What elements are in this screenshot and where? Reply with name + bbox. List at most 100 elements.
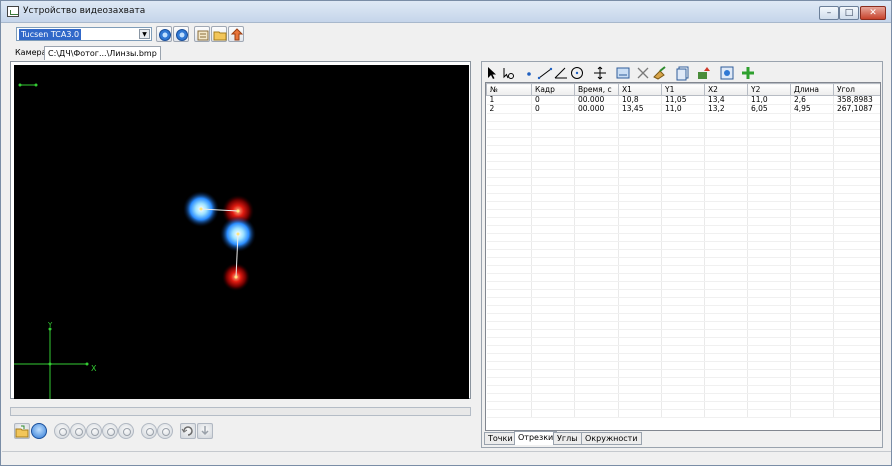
minimize-button[interactable]: – — [819, 6, 839, 20]
empty-cell — [833, 113, 880, 122]
tab-circles[interactable]: Окружности — [581, 432, 642, 445]
image-tool[interactable] — [615, 65, 631, 81]
empty-cell — [747, 297, 791, 306]
connect-button[interactable] — [156, 26, 172, 42]
tab-file[interactable]: С:\ДЧ\Фотог...\Линзы.bmp — [44, 46, 161, 60]
empty-cell — [531, 337, 575, 346]
select-points-tool[interactable] — [500, 65, 516, 81]
empty-cell — [531, 177, 575, 186]
empty-cell — [833, 313, 880, 322]
empty-cell — [661, 233, 705, 242]
close-button[interactable]: ✕ — [860, 6, 886, 20]
copy-tool[interactable] — [675, 65, 691, 81]
delete-tool[interactable] — [635, 65, 651, 81]
empty-cell — [790, 385, 834, 394]
empty-row — [486, 401, 880, 410]
angle-tool[interactable] — [553, 65, 569, 81]
column-header[interactable]: Y1 — [661, 83, 705, 96]
empty-cell — [618, 225, 662, 234]
empty-cell — [704, 313, 748, 322]
chevron-down-icon[interactable]: ▼ — [139, 29, 150, 39]
camera-select[interactable]: Tucsen TCA3.0 ▼ — [16, 27, 152, 41]
video-view[interactable]: X Y — [14, 65, 469, 399]
properties-button[interactable] — [194, 26, 210, 42]
undo-button[interactable] — [180, 423, 196, 439]
empty-cell — [790, 249, 834, 258]
move-tool[interactable] — [592, 65, 608, 81]
tab-angles[interactable]: Углы — [553, 432, 582, 445]
empty-cell — [790, 225, 834, 234]
play-button[interactable] — [86, 423, 102, 439]
empty-cell — [486, 121, 532, 130]
empty-cell — [574, 273, 619, 282]
empty-cell — [574, 345, 619, 354]
empty-cell — [486, 409, 532, 418]
empty-row — [486, 321, 880, 330]
tab-points[interactable]: Точки — [484, 432, 517, 445]
calibrate-tool[interactable] — [719, 65, 735, 81]
title-bar[interactable]: Устройство видеозахвата – □ ✕ — [1, 1, 891, 23]
timeline-slider[interactable] — [10, 407, 471, 416]
record-button[interactable] — [31, 423, 47, 439]
empty-cell — [618, 129, 662, 138]
empty-cell — [661, 137, 705, 146]
column-header[interactable]: Кадр — [531, 83, 575, 96]
last-frame-button[interactable] — [118, 423, 134, 439]
coordinate-axes[interactable]: X Y — [14, 321, 97, 399]
circle-tool[interactable] — [569, 65, 585, 81]
settings-button[interactable] — [173, 26, 189, 42]
empty-cell — [704, 401, 748, 410]
pointer-tool[interactable] — [484, 65, 500, 81]
first-frame-button[interactable] — [54, 423, 70, 439]
column-header[interactable]: Угол — [833, 83, 880, 96]
zoom-in-button[interactable] — [141, 423, 157, 439]
empty-cell — [661, 265, 705, 274]
empty-cell — [486, 209, 532, 218]
next-frame-button[interactable] — [102, 423, 118, 439]
empty-cell — [747, 369, 791, 378]
empty-cell — [574, 265, 619, 274]
column-header[interactable]: Длина — [790, 83, 834, 96]
snapshot-button[interactable] — [228, 26, 244, 42]
empty-cell — [704, 289, 748, 298]
table-cell: 13,45 — [618, 104, 662, 114]
column-header[interactable]: X1 — [618, 83, 662, 96]
point-tool[interactable] — [521, 65, 537, 81]
column-header[interactable]: X2 — [704, 83, 748, 96]
empty-cell — [618, 273, 662, 282]
empty-cell — [704, 377, 748, 386]
column-header[interactable]: № — [486, 83, 532, 96]
empty-cell — [618, 409, 662, 418]
empty-cell — [661, 145, 705, 154]
empty-cell — [618, 153, 662, 162]
add-tool[interactable] — [740, 65, 756, 81]
empty-cell — [574, 369, 619, 378]
folder-button[interactable] — [211, 26, 227, 42]
clear-tool[interactable] — [652, 65, 668, 81]
table-cell: 267,1087 — [833, 104, 880, 114]
column-header[interactable]: Время, с — [574, 83, 619, 96]
empty-cell — [833, 369, 880, 378]
empty-cell — [486, 321, 532, 330]
export-tool[interactable] — [696, 65, 712, 81]
table-row[interactable]: 1 0 00.000 10,8 11,05 13,4 11,0 2,6 358,… — [486, 95, 880, 105]
empty-cell — [790, 129, 834, 138]
prev-frame-button[interactable] — [70, 423, 86, 439]
scale-marker[interactable] — [18, 83, 38, 87]
maximize-button[interactable]: □ — [839, 6, 859, 20]
open-file-button[interactable] — [14, 423, 30, 439]
tab-segments[interactable]: Отрезки — [514, 431, 558, 445]
line-tool[interactable] — [537, 65, 553, 81]
segments-table[interactable]: № Кадр Время, с X1 Y1 X2 Y2 Длина Угол 1 — [485, 82, 881, 431]
empty-cell — [531, 353, 575, 362]
empty-cell — [574, 241, 619, 250]
empty-cell — [747, 289, 791, 298]
empty-row — [486, 169, 880, 178]
export-frame-button[interactable] — [197, 423, 213, 439]
column-header[interactable]: Y2 — [747, 83, 791, 96]
empty-cell — [574, 185, 619, 194]
zoom-out-button[interactable] — [157, 423, 173, 439]
empty-cell — [747, 233, 791, 242]
table-row[interactable]: 2 0 00.000 13,45 11,0 13,2 6,05 4,95 267… — [486, 104, 880, 114]
empty-cell — [486, 345, 532, 354]
